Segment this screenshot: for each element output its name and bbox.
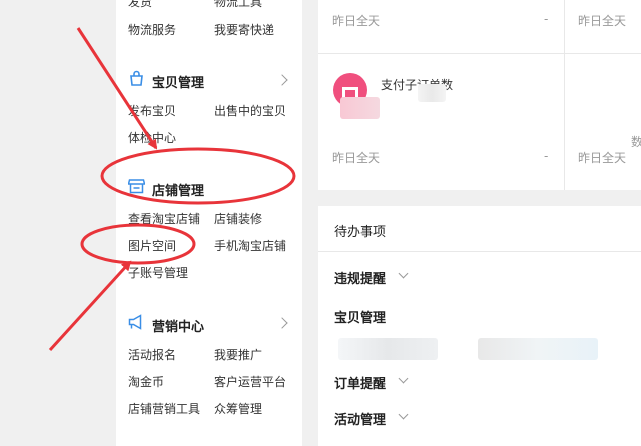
annotation-arrow — [76, 27, 158, 150]
annotation-overlay — [48, 27, 296, 352]
annotation-ellipse — [80, 223, 196, 265]
annotation-ellipse — [100, 147, 296, 205]
annotation-arrow — [48, 260, 132, 352]
